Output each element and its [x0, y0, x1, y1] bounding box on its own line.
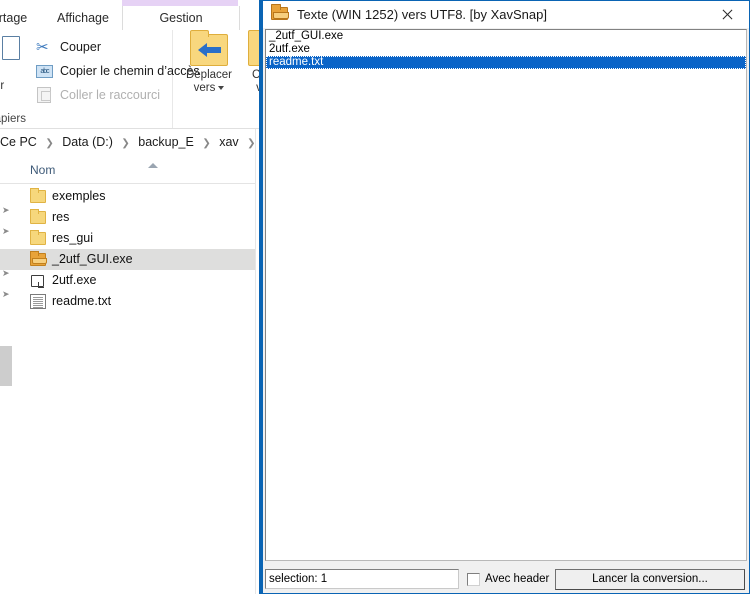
breadcrumb-item-0[interactable]: Ce PC — [0, 135, 37, 149]
explorer-file-row[interactable]: exemples — [0, 186, 262, 207]
close-icon[interactable] — [705, 1, 749, 28]
file-listbox[interactable]: _2utf_GUI.exe 2utf.exe readme.txt — [265, 29, 747, 561]
ribbon-group-organize: Déplacer vers Copie vers — [173, 30, 262, 128]
run-conversion-button[interactable]: Lancer la conversion... — [555, 569, 745, 590]
sort-ascending-icon — [148, 163, 158, 168]
screen-root: rtage Affichage Gestion er ✂ Couper — [0, 0, 750, 594]
breadcrumb[interactable]: Ce PC ❯ Data (D:) ❯ backup_E ❯ xav ❯ 2UT… — [0, 129, 262, 155]
nav-pane-scrollbar-thumb[interactable] — [0, 346, 12, 386]
paste-shortcut-button-label: Coller le raccourci — [60, 83, 160, 107]
clipboard-group-label: e-papiers — [0, 113, 98, 125]
explorer-file-name: readme.txt — [52, 291, 111, 312]
explorer-file-row-selected[interactable]: _2utf_GUI.exe — [0, 249, 262, 270]
copy-path-icon: abc — [36, 65, 53, 78]
listbox-item[interactable]: 2utf.exe — [266, 43, 746, 56]
ribbon-tab-affichage[interactable]: Affichage — [46, 6, 120, 30]
with-header-checkbox-label: Avec header — [485, 571, 549, 588]
breadcrumb-item-1[interactable]: Data (D:) — [62, 135, 113, 149]
folder-open-icon — [30, 253, 46, 266]
explorer-file-name: _2utf_GUI.exe — [52, 249, 133, 270]
explorer-file-row[interactable]: 2utf.exe — [0, 270, 262, 291]
file-explorer-window: rtage Affichage Gestion er ✂ Couper — [0, 0, 262, 594]
cut-button-label: Couper — [60, 35, 101, 59]
ribbon-tab-partage[interactable]: rtage — [0, 6, 44, 30]
dialog-body: _2utf_GUI.exe 2utf.exe readme.txt select… — [263, 28, 749, 593]
scissors-icon: ✂ — [36, 39, 53, 56]
selection-input[interactable]: selection: 1 — [265, 569, 459, 589]
dialog-title: Texte (WIN 1252) vers UTF8. [by XavSnap] — [297, 1, 547, 28]
folder-icon — [30, 232, 46, 245]
listbox-item[interactable]: _2utf_GUI.exe — [266, 30, 746, 43]
breadcrumb-item-2[interactable]: backup_E — [138, 135, 194, 149]
column-header-row: Nom — [0, 157, 262, 184]
listbox-item-selected[interactable]: readme.txt — [266, 56, 746, 69]
breadcrumb-separator: ❯ — [45, 138, 53, 149]
ribbon-tab-gestion[interactable]: Gestion — [122, 6, 240, 30]
explorer-file-row[interactable]: res — [0, 207, 262, 228]
nav-pane-scrollbar[interactable] — [0, 186, 14, 594]
breadcrumb-separator: ❯ — [121, 138, 129, 149]
arrow-left-icon — [198, 43, 207, 57]
paste-button-label: er — [0, 80, 4, 92]
conversion-dialog: Texte (WIN 1252) vers UTF8. [by XavSnap]… — [262, 0, 750, 594]
explorer-file-list: exemples res res_gui _2utf_GUI.exe 2utf.… — [0, 186, 262, 312]
ribbon-tab-bar: rtage Affichage Gestion — [0, 6, 262, 30]
move-to-button[interactable]: Déplacer vers — [181, 34, 237, 95]
dialog-bottom-bar: selection: 1 Avec header Lancer la conve… — [263, 565, 749, 593]
explorer-file-name: res — [52, 207, 69, 228]
move-to-label-line2-text: vers — [194, 82, 216, 94]
application-icon — [30, 273, 46, 288]
explorer-file-name: 2utf.exe — [52, 270, 96, 291]
explorer-file-row[interactable]: res_gui — [0, 228, 262, 249]
checkbox-box[interactable] — [467, 573, 480, 586]
text-file-icon — [30, 294, 46, 309]
paste-icon — [2, 36, 20, 60]
column-header-name[interactable]: Nom — [30, 157, 55, 183]
ribbon-tab-affichage-label: Affichage — [57, 11, 109, 25]
dialog-title-bar[interactable]: Texte (WIN 1252) vers UTF8. [by XavSnap] — [263, 1, 749, 28]
paste-shortcut-icon — [37, 87, 51, 103]
paste-button[interactable]: er — [0, 34, 32, 100]
ribbon-group-clipboard: er ✂ Couper abc Copier le chemin d’accès… — [0, 30, 173, 128]
ribbon-panel: er ✂ Couper abc Copier le chemin d’accès… — [0, 30, 262, 129]
move-to-folder-icon — [190, 34, 228, 66]
move-to-label-line2: vers — [181, 82, 237, 95]
move-to-label-line1: Déplacer — [181, 69, 237, 82]
explorer-file-name: res_gui — [52, 228, 93, 249]
ribbon-tab-partage-label: rtage — [0, 11, 27, 25]
breadcrumb-separator: ❯ — [202, 138, 210, 149]
explorer-file-row[interactable]: readme.txt — [0, 291, 262, 312]
breadcrumb-item-3[interactable]: xav — [219, 135, 238, 149]
explorer-file-name: exemples — [52, 186, 106, 207]
chevron-down-icon[interactable] — [218, 86, 224, 90]
folder-open-icon — [271, 7, 288, 20]
folder-icon — [30, 190, 46, 203]
ribbon-tab-gestion-label: Gestion — [159, 11, 202, 25]
folder-icon — [30, 211, 46, 224]
